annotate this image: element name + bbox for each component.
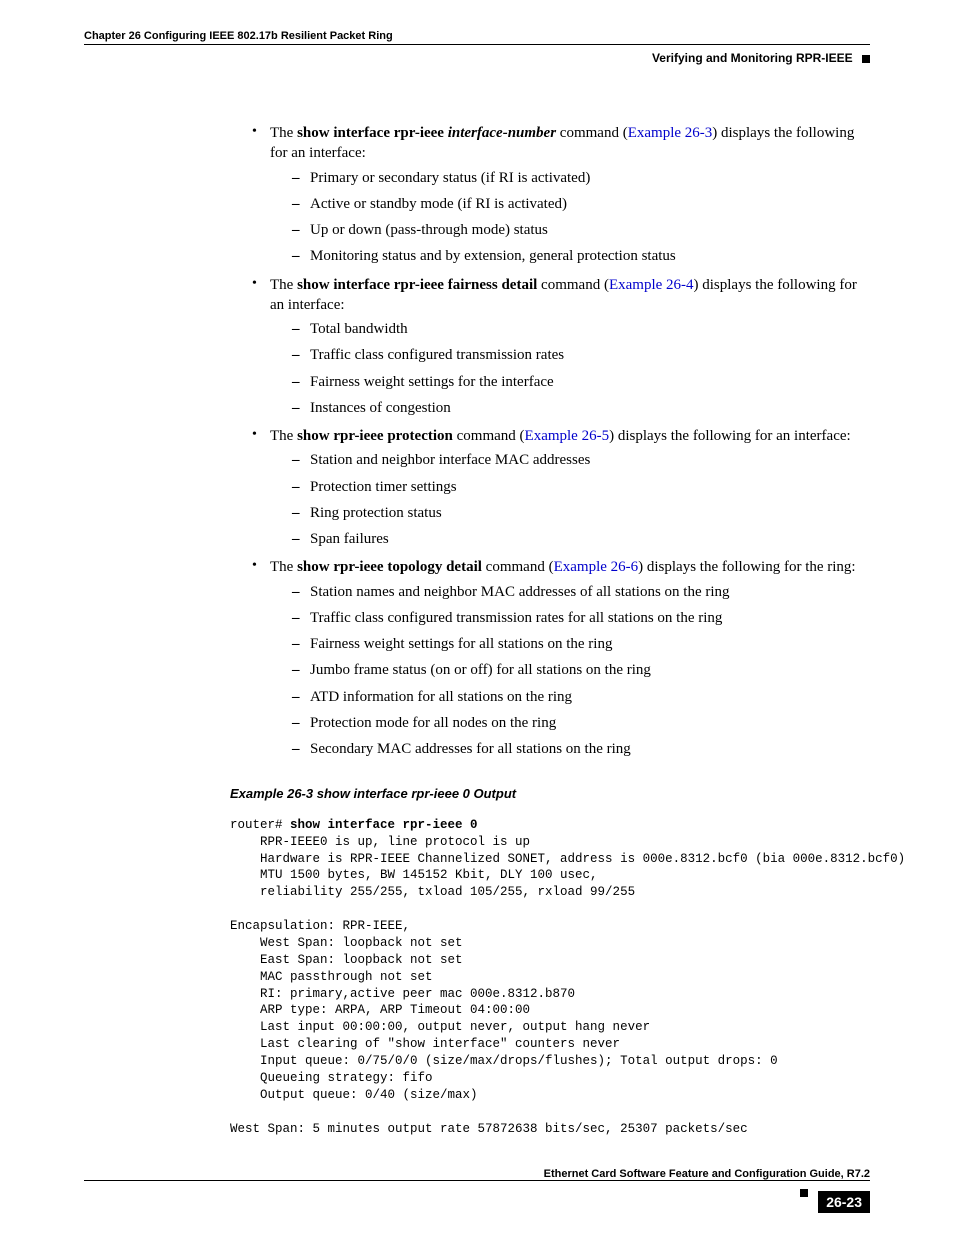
example-link[interactable]: Example 26-3 bbox=[628, 125, 713, 141]
sub-list: Station names and neighbor MAC addresses… bbox=[292, 582, 870, 760]
header-chapter: Chapter 26 Configuring IEEE 802.17b Resi… bbox=[84, 30, 870, 45]
example-title: Example 26-3 show interface rpr-ieee 0 O… bbox=[230, 785, 870, 803]
list-item: Up or down (pass-through mode) status bbox=[292, 220, 870, 240]
list-item: ATD information for all stations on the … bbox=[292, 687, 870, 707]
page: Chapter 26 Configuring IEEE 802.17b Resi… bbox=[0, 0, 954, 1137]
command-name: show rpr-ieee topology detail bbox=[297, 559, 482, 575]
example-link[interactable]: Example 26-4 bbox=[609, 277, 694, 293]
list-item: Ring protection status bbox=[292, 503, 870, 523]
content: The show interface rpr-ieee interface-nu… bbox=[84, 123, 870, 1137]
list-item: Protection timer settings bbox=[292, 477, 870, 497]
sub-list: Total bandwidth Traffic class configured… bbox=[292, 319, 870, 418]
list-item: Span failures bbox=[292, 529, 870, 549]
command-list: The show interface rpr-ieee interface-nu… bbox=[252, 123, 870, 759]
text: command ( bbox=[537, 277, 609, 293]
text: command ( bbox=[482, 559, 554, 575]
list-item: Traffic class configured transmission ra… bbox=[292, 608, 870, 628]
list-item: Station names and neighbor MAC addresses… bbox=[292, 582, 870, 602]
list-item: Traffic class configured transmission ra… bbox=[292, 345, 870, 365]
text: command ( bbox=[556, 125, 628, 141]
list-item: The show rpr-ieee topology detail comman… bbox=[252, 557, 870, 759]
example-link[interactable]: Example 26-6 bbox=[554, 559, 639, 575]
list-item: Monitoring status and by extension, gene… bbox=[292, 246, 870, 266]
command-arg: interface-number bbox=[448, 125, 556, 141]
footer: Ethernet Card Software Feature and Confi… bbox=[84, 1168, 870, 1207]
text: ) displays the following for an interfac… bbox=[609, 428, 851, 444]
command: show interface rpr-ieee 0 bbox=[290, 818, 478, 832]
text: The bbox=[270, 559, 297, 575]
list-item: Fairness weight settings for the interfa… bbox=[292, 372, 870, 392]
text: The bbox=[270, 125, 297, 141]
command-name: show interface rpr-ieee bbox=[297, 125, 444, 141]
footer-square-icon bbox=[800, 1189, 808, 1197]
page-number: 26-23 bbox=[818, 1191, 870, 1213]
list-item: The show rpr-ieee protection command (Ex… bbox=[252, 426, 870, 549]
list-item: Instances of congestion bbox=[292, 398, 870, 418]
footer-line bbox=[84, 1180, 870, 1181]
code-body: RPR-IEEE0 is up, line protocol is up Har… bbox=[230, 835, 913, 1136]
prompt: router# bbox=[230, 818, 290, 832]
example-link[interactable]: Example 26-5 bbox=[525, 428, 610, 444]
code-block: router# show interface rpr-ieee 0 RPR-IE… bbox=[230, 817, 870, 1138]
list-item: Station and neighbor interface MAC addre… bbox=[292, 450, 870, 470]
list-item: Secondary MAC addresses for all stations… bbox=[292, 739, 870, 759]
list-item: Primary or secondary status (if RI is ac… bbox=[292, 168, 870, 188]
header-section-text: Verifying and Monitoring RPR-IEEE bbox=[652, 51, 853, 65]
text: The bbox=[270, 428, 297, 444]
text: ) displays the following for the ring: bbox=[638, 559, 855, 575]
footer-title: Ethernet Card Software Feature and Confi… bbox=[84, 1168, 870, 1180]
command-name: show interface rpr-ieee fairness detail bbox=[297, 277, 537, 293]
command-name: show rpr-ieee protection bbox=[297, 428, 453, 444]
list-item: Jumbo frame status (on or off) for all s… bbox=[292, 660, 870, 680]
list-item: Total bandwidth bbox=[292, 319, 870, 339]
header-square-icon bbox=[862, 55, 870, 63]
text: command ( bbox=[453, 428, 525, 444]
list-item: Fairness weight settings for all station… bbox=[292, 634, 870, 654]
list-item: Protection mode for all nodes on the rin… bbox=[292, 713, 870, 733]
list-item: The show interface rpr-ieee interface-nu… bbox=[252, 123, 870, 267]
list-item: Active or standby mode (if RI is activat… bbox=[292, 194, 870, 214]
header-section: Verifying and Monitoring RPR-IEEE bbox=[84, 51, 870, 65]
list-item: The show interface rpr-ieee fairness det… bbox=[252, 275, 870, 419]
footer-title-text: Ethernet Card Software Feature and Confi… bbox=[544, 1168, 870, 1180]
sub-list: Primary or secondary status (if RI is ac… bbox=[292, 168, 870, 267]
sub-list: Station and neighbor interface MAC addre… bbox=[292, 450, 870, 549]
text: The bbox=[270, 277, 297, 293]
